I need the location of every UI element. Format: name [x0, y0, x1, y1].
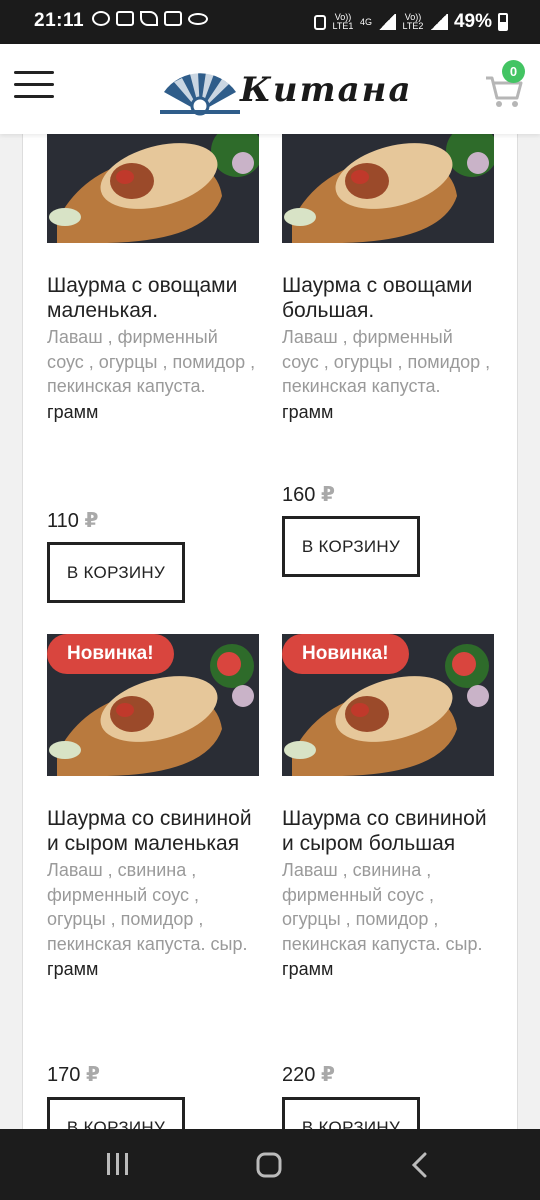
battery-icon — [498, 13, 508, 31]
currency-symbol: ₽ — [320, 1064, 335, 1086]
signal-2-icon — [429, 14, 448, 30]
product-card: Шаурма с овощами большая. Лаваш , фирмен… — [282, 134, 494, 577]
price-value: 220 — [282, 1064, 316, 1086]
product-price: 220 ₽ — [282, 1062, 335, 1087]
add-to-cart-button[interactable]: В КОРЗИНУ — [282, 516, 420, 577]
shawarma-image — [47, 134, 259, 243]
product-weight: грамм — [282, 401, 334, 422]
product-title[interactable]: Шаурма с овощами маленькая. — [47, 273, 259, 323]
product-description: Лаваш , фирменный соус , огурцы , помидо… — [47, 327, 256, 396]
new-badge: Новинка! — [47, 634, 174, 674]
add-to-cart-button[interactable]: В КОРЗИНУ — [47, 1097, 185, 1129]
cloud-icon — [188, 12, 208, 25]
viber-icon — [92, 11, 110, 26]
product-weight: грамм — [282, 959, 334, 979]
fan-logo-icon — [160, 72, 240, 116]
mail-icon — [116, 11, 134, 26]
network-label-2: 4G — [359, 16, 372, 27]
currency-symbol: ₽ — [85, 1064, 100, 1086]
product-description: Лаваш , фирменный соус , огурцы , помидо… — [282, 327, 491, 396]
signal-icon — [377, 14, 396, 30]
notification-icons — [92, 11, 208, 26]
logo-text: Китана — [240, 70, 413, 110]
product-photo[interactable]: Новинка! — [282, 634, 494, 776]
system-nav-bar — [0, 1129, 540, 1200]
product-grid: Шаурма с овощами маленькая. Лаваш , фирм… — [22, 134, 518, 1129]
recent-apps-icon[interactable] — [105, 1152, 131, 1176]
product-photo[interactable] — [282, 134, 494, 243]
product-card: Новинка! Шаурма со свининой и сыром боль… — [282, 634, 494, 1129]
product-price: 110 ₽ — [47, 508, 98, 533]
product-photo[interactable] — [47, 134, 259, 243]
product-title[interactable]: Шаурма с овощами большая. — [282, 273, 494, 323]
shawarma-image — [282, 134, 494, 243]
currency-symbol: ₽ — [320, 484, 335, 506]
currency-symbol: ₽ — [84, 510, 99, 532]
cart-count-badge: 0 — [502, 60, 525, 83]
product-title[interactable]: Шаурма со свининой и сыром большая — [282, 806, 494, 856]
product-price: 160 ₽ — [282, 482, 335, 507]
add-to-cart-button[interactable]: В КОРЗИНУ — [47, 542, 185, 603]
product-weight: грамм — [47, 401, 99, 422]
back-icon[interactable] — [410, 1152, 430, 1178]
add-to-cart-button[interactable]: В КОРЗИНУ — [282, 1097, 420, 1129]
gallery-icon — [164, 11, 182, 26]
site-header: Китана 0 — [0, 44, 540, 134]
product-photo[interactable]: Новинка! — [47, 634, 259, 776]
site-logo[interactable]: Китана — [160, 66, 410, 116]
product-card: Шаурма с овощами маленькая. Лаваш , фирм… — [47, 134, 259, 603]
network-label-1: Vo)) LTE1 — [332, 12, 354, 31]
product-description: Лаваш , свинина , фирменный соус , огурц… — [282, 860, 483, 954]
price-value: 170 — [47, 1064, 81, 1086]
system-status: Vo)) LTE1 4G Vo)) LTE2 49% — [313, 11, 508, 33]
product-price: 170 ₽ — [47, 1062, 100, 1087]
product-description: Лаваш , свинина , фирменный соус , огурц… — [47, 860, 248, 954]
new-badge: Новинка! — [282, 634, 409, 674]
status-bar: 21:11 Vo)) LTE1 4G Vo)) LTE2 49% — [0, 0, 540, 44]
price-value: 110 — [47, 510, 79, 532]
hamburger-icon[interactable] — [14, 71, 54, 101]
product-title[interactable]: Шаурма со свининой и сыром маленькая — [47, 806, 259, 856]
battery-percent: 49% — [453, 11, 492, 32]
product-card: Новинка! Шаурма со свининой и сыром мале… — [47, 634, 259, 1129]
price-value: 160 — [282, 484, 316, 506]
network-label-3: Vo)) LTE2 — [402, 12, 424, 31]
telegram-icon — [140, 11, 158, 26]
product-weight: грамм — [47, 959, 99, 979]
home-icon[interactable] — [256, 1152, 282, 1178]
status-time: 21:11 — [34, 10, 85, 31]
alarm-icon — [313, 14, 326, 30]
